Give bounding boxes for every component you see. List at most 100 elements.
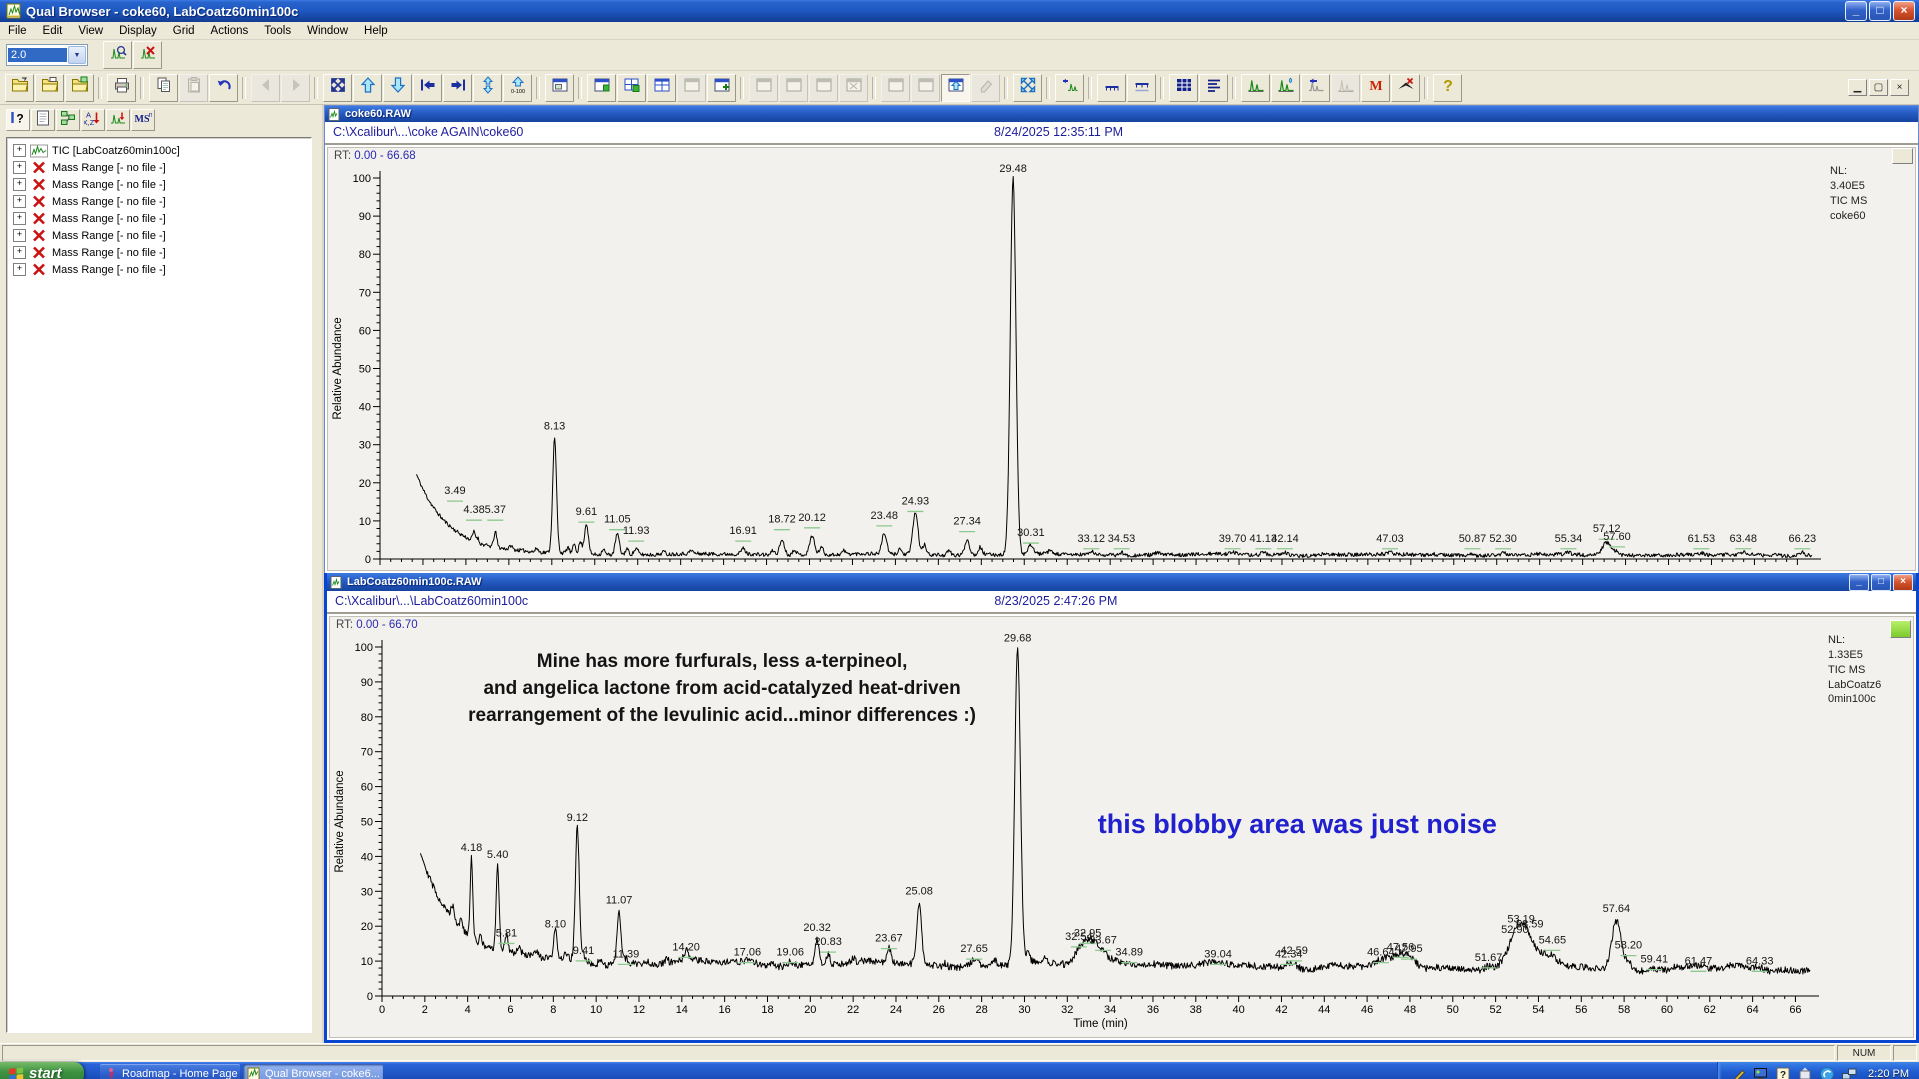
maximize-button[interactable]: □	[1869, 1, 1891, 21]
mass-options-button[interactable]: M	[1361, 74, 1390, 102]
svg-text:61.47: 61.47	[1685, 955, 1713, 967]
previous-range-button[interactable]	[1055, 74, 1084, 102]
axis-options-y-button[interactable]	[1127, 74, 1156, 102]
infobar-tab-ranges-chart[interactable]	[106, 109, 130, 131]
infobar-tab-structure[interactable]	[56, 109, 80, 131]
expand-icon[interactable]: +	[13, 161, 26, 174]
insert-cell-grid-button[interactable]	[617, 74, 646, 102]
menu-actions[interactable]: Actions	[203, 24, 257, 38]
tray-icons: ?	[1730, 1065, 1857, 1079]
start-button[interactable]: start	[0, 1062, 84, 1079]
cell1-pin-button[interactable]	[1892, 148, 1913, 164]
list-view-button[interactable]	[1199, 74, 1228, 102]
tree-item[interactable]: +Mass Range [- no file -]	[9, 227, 309, 244]
insert-cell-above-button[interactable]	[587, 74, 616, 102]
svg-text:53.59: 53.59	[1516, 919, 1544, 931]
display-options-button[interactable]	[545, 74, 574, 102]
menu-window[interactable]: Window	[299, 24, 356, 38]
expand-icon[interactable]: +	[13, 144, 26, 157]
minimize-button[interactable]: _	[1845, 1, 1867, 21]
tree-item[interactable]: +TIC [LabCoatz60min100c]	[9, 142, 309, 159]
infobar-tab-report[interactable]	[31, 109, 55, 131]
menu-view[interactable]: View	[70, 24, 111, 38]
zoom-out-y-button[interactable]	[383, 74, 412, 102]
zoom-level-combo[interactable]: 2.0 ▼	[6, 44, 88, 66]
infobar-tab-msn[interactable]: MSn	[131, 109, 155, 131]
tree-item[interactable]: +Mass Range [- no file -]	[9, 210, 309, 227]
peak-detection-button[interactable]	[1241, 74, 1270, 102]
tray-hidden-icons-icon[interactable]	[1796, 1065, 1813, 1079]
peak-arrow-button[interactable]	[1301, 74, 1330, 102]
cell2-maximize-button[interactable]: □	[1871, 574, 1891, 591]
add-plot-button[interactable]	[707, 74, 736, 102]
cell2-titlebar[interactable]: LabCoatz60min100c.RAW _ □ ×	[327, 573, 1916, 591]
svg-text:4.18: 4.18	[461, 842, 482, 854]
tray-pen-tool-icon[interactable]	[1730, 1065, 1747, 1079]
pan-left-button[interactable]	[413, 74, 442, 102]
infobar-tab-sort-axz[interactable]: AX,Z	[81, 109, 105, 131]
menu-display[interactable]: Display	[111, 24, 165, 38]
help-button[interactable]: ?	[1433, 74, 1462, 102]
mdi-restore-button[interactable]: ▢	[1869, 79, 1888, 96]
zoom-both-axes-button[interactable]	[1013, 74, 1042, 102]
expand-icon[interactable]: +	[13, 195, 26, 208]
reject-spectrum-button[interactable]	[1391, 74, 1420, 102]
print-button[interactable]	[107, 74, 136, 102]
pan-right-button[interactable]	[443, 74, 472, 102]
axis-options-x-button[interactable]	[1097, 74, 1126, 102]
menu-edit[interactable]: Edit	[35, 24, 71, 38]
apply-zoom-button[interactable]	[103, 41, 132, 69]
task-buttons: Roadmap - Home PageQual Browser - coke6.…	[100, 1062, 383, 1079]
menu-tools[interactable]: Tools	[256, 24, 299, 38]
taskbar-task-qual-browser[interactable]: Qual Browser - coke6...	[243, 1064, 383, 1079]
apply-to-all-button[interactable]	[941, 74, 970, 102]
close-button[interactable]: ×	[1893, 1, 1915, 21]
cell2-pin-button[interactable]	[1890, 620, 1911, 638]
mdi-minimize-button[interactable]: ▁	[1848, 79, 1867, 96]
grid-layout-button[interactable]	[647, 74, 676, 102]
save-layout-button[interactable]	[65, 74, 94, 102]
menu-help[interactable]: Help	[356, 24, 396, 38]
expand-icon[interactable]: +	[13, 246, 26, 259]
cell2-minimize-button[interactable]: _	[1849, 574, 1869, 591]
tray-help-center-icon[interactable]: ?	[1774, 1065, 1791, 1079]
cell1-chart-area[interactable]: RT: 0.00 - 66.68 0102030405060708090100R…	[327, 147, 1916, 571]
open-sequence-button[interactable]	[35, 74, 64, 102]
autorange-y-button[interactable]	[473, 74, 502, 102]
peak-detection-all-button[interactable]	[1271, 74, 1300, 102]
rt-label: RT:	[336, 619, 353, 631]
infobar-tab-info-pages[interactable]: ?	[6, 109, 30, 131]
coke60-chromatogram-plot[interactable]: 0102030405060708090100Relative Abundance…	[330, 164, 1827, 567]
tray-messenger-icon[interactable]	[1818, 1065, 1835, 1079]
expand-icon[interactable]: +	[13, 178, 26, 191]
taskbar-task-roadmap[interactable]: Roadmap - Home Page	[100, 1064, 240, 1079]
tree-item[interactable]: +Mass Range [- no file -]	[9, 244, 309, 261]
cell2-chart-area[interactable]: RT: 0.00 - 66.70 01020304050607080901000…	[329, 616, 1914, 1038]
svg-text:34.53: 34.53	[1108, 533, 1136, 545]
tray-network-icon[interactable]	[1840, 1065, 1857, 1079]
mdi-close-button[interactable]: ×	[1890, 79, 1909, 96]
cell1-titlebar[interactable]: coke60.RAW	[325, 106, 1918, 122]
zoom-in-y-button[interactable]	[353, 74, 382, 102]
copy-button[interactable]	[149, 74, 178, 102]
table-view-button[interactable]	[1169, 74, 1198, 102]
tree-item[interactable]: +Mass Range [- no file -]	[9, 159, 309, 176]
combo-dropdown-icon[interactable]: ▼	[68, 46, 86, 64]
tree-item[interactable]: +Mass Range [- no file -]	[9, 193, 309, 210]
tree-item[interactable]: +Mass Range [- no file -]	[9, 261, 309, 278]
expand-icon[interactable]: +	[13, 229, 26, 242]
expand-icon[interactable]: +	[13, 263, 26, 276]
clear-zoom-button[interactable]	[133, 41, 162, 69]
tray-display-settings-icon[interactable]	[1752, 1065, 1769, 1079]
normalize-0-100-button[interactable]: 0-100	[503, 74, 532, 102]
svg-text:24.93: 24.93	[902, 495, 930, 507]
cell2-close-button[interactable]: ×	[1893, 574, 1913, 591]
tree-item[interactable]: +Mass Range [- no file -]	[9, 176, 309, 193]
reset-display-range-button[interactable]	[323, 74, 352, 102]
expand-icon[interactable]: +	[13, 212, 26, 225]
menu-grid[interactable]: Grid	[165, 24, 203, 38]
menu-file[interactable]: File	[0, 24, 35, 38]
undo-button[interactable]	[209, 74, 238, 102]
svg-text:30: 30	[361, 886, 373, 898]
open-raw-file-button[interactable]	[5, 74, 34, 102]
